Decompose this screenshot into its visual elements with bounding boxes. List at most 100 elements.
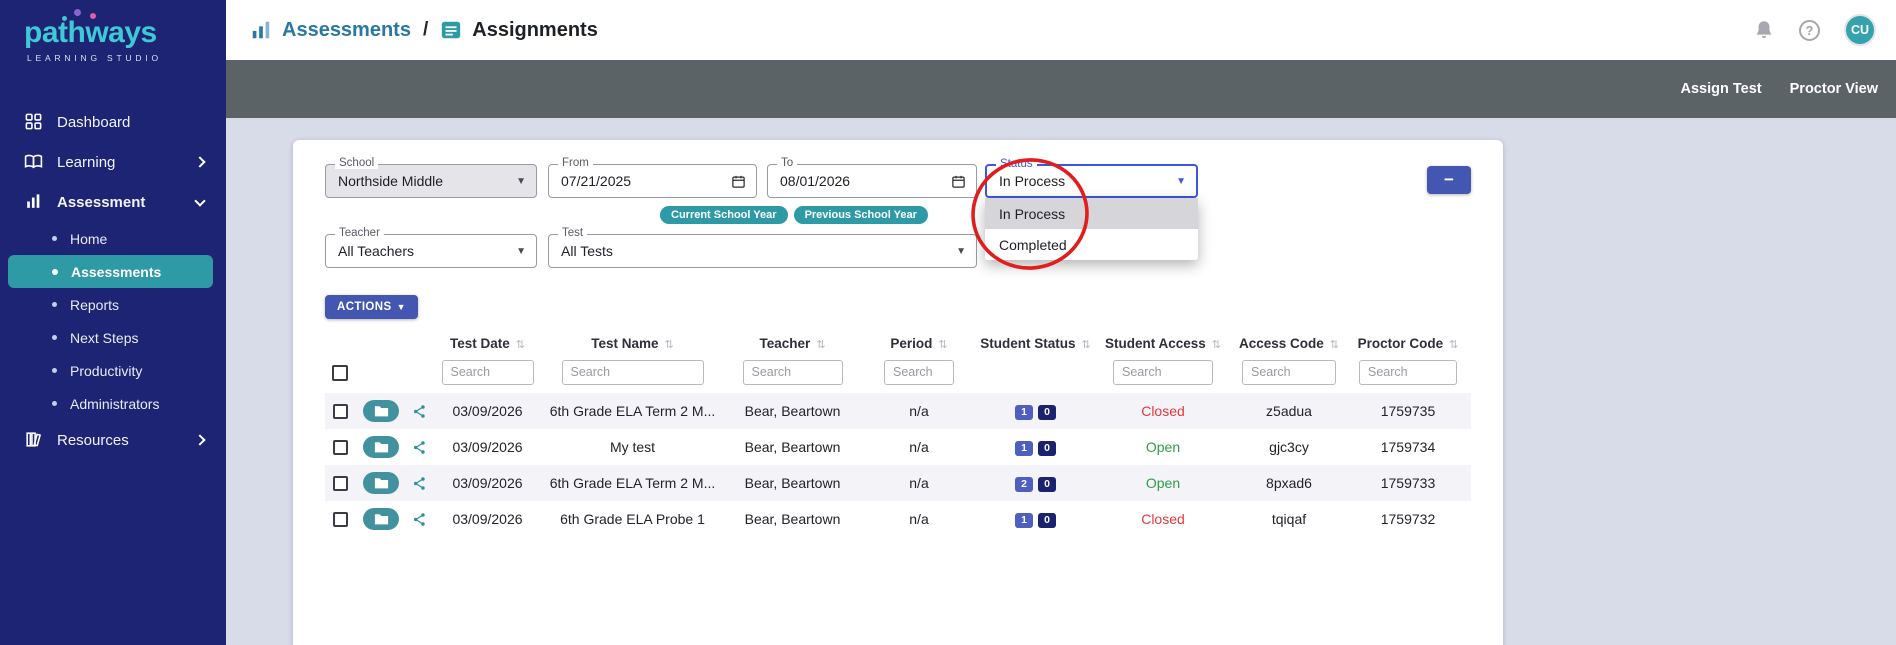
row-checkbox[interactable] <box>332 404 348 420</box>
sort-icon[interactable]: ⇅ <box>1330 339 1339 351</box>
row-checkbox[interactable] <box>332 440 348 456</box>
sort-icon[interactable]: ⇅ <box>816 339 825 351</box>
sidebar-item-productivity[interactable]: Productivity <box>8 354 213 387</box>
status-count-badge[interactable]: 1 <box>1015 440 1033 456</box>
status-option-completed[interactable]: Completed <box>985 229 1198 260</box>
chevron-down-icon <box>194 194 206 207</box>
subitem-label: Productivity <box>70 362 143 379</box>
sidebar-item-assessments[interactable]: Assessments <box>8 255 213 288</box>
spacer-cell <box>355 357 435 393</box>
folder-button[interactable] <box>363 472 400 494</box>
sidebar-item-home[interactable]: Home <box>8 222 213 255</box>
share-icon[interactable] <box>412 512 427 527</box>
analytics-icon <box>250 19 272 41</box>
sidebar-item-resources[interactable]: Resources <box>0 420 226 460</box>
sidebar-item-learning[interactable]: Learning <box>0 142 226 182</box>
column-header-test-date[interactable]: Test Date ⇅ <box>435 329 540 357</box>
status-option-in-process[interactable]: In Process <box>985 198 1198 229</box>
sort-icon[interactable]: ⇅ <box>665 339 674 351</box>
status-count-badge[interactable]: 2 <box>1015 476 1033 492</box>
to-date-input[interactable]: To 08/01/2026 <box>767 157 977 198</box>
sidebar-item-next-steps[interactable]: Next Steps <box>8 321 213 354</box>
test-label: Test <box>558 227 588 239</box>
help-icon[interactable]: ? <box>1799 19 1820 41</box>
status-count-badge[interactable]: 0 <box>1038 512 1056 528</box>
user-avatar[interactable]: CU <box>1844 14 1876 46</box>
sort-icon[interactable]: ⇅ <box>1082 339 1091 351</box>
folder-button[interactable] <box>363 436 400 458</box>
notifications-bell-icon[interactable] <box>1753 19 1775 41</box>
calendar-icon[interactable] <box>731 174 746 189</box>
select-all-checkbox[interactable] <box>332 364 348 381</box>
bullet-icon <box>52 401 57 406</box>
secondary-toolbar: Assign Test Proctor View <box>226 60 1896 118</box>
current-school-year-chip[interactable]: Current School Year <box>660 206 788 224</box>
spacer-cell <box>355 329 435 357</box>
spacer-cell <box>325 329 355 357</box>
student-status-cell: 10 <box>978 501 1093 537</box>
proctor-code-cell: 1759734 <box>1380 439 1436 455</box>
column-header-period[interactable]: Period ⇅ <box>860 329 978 357</box>
sort-icon[interactable]: ⇅ <box>938 339 947 351</box>
status-select[interactable]: Status In Process ▼ <box>985 158 1198 198</box>
status-count-badge[interactable]: 0 <box>1038 476 1056 492</box>
row-checkbox[interactable] <box>332 476 348 492</box>
collapse-filters-button[interactable]: − <box>1427 166 1471 194</box>
to-label: To <box>777 157 798 169</box>
status-count-badge[interactable]: 1 <box>1015 404 1033 420</box>
school-select[interactable]: School Northside Middle ▼ <box>325 157 537 198</box>
teacher-select[interactable]: Teacher All Teachers ▼ <box>325 227 537 268</box>
search-test-name-input[interactable] <box>561 359 704 385</box>
folder-button[interactable] <box>363 508 400 530</box>
row-checkbox[interactable] <box>332 512 348 528</box>
sidebar-item-administrators[interactable]: Administrators <box>8 387 213 420</box>
logo-title: pathways <box>24 16 157 49</box>
share-icon[interactable] <box>412 476 427 491</box>
calendar-icon[interactable] <box>951 174 966 189</box>
column-header-teacher[interactable]: Teacher ⇅ <box>725 329 860 357</box>
breadcrumb-assessments-link[interactable]: Assessments <box>282 19 411 42</box>
status-count-badge[interactable]: 1 <box>1015 512 1033 528</box>
share-icon[interactable] <box>412 440 427 455</box>
sidebar-nav: Dashboard Learning Assessment Home Asses… <box>0 102 226 460</box>
search-student-access-input[interactable] <box>1113 359 1213 385</box>
sort-icon[interactable]: ⇅ <box>516 339 525 351</box>
column-header-access-code[interactable]: Access Code ⇅ <box>1233 329 1345 357</box>
period-cell: n/a <box>909 511 929 527</box>
proctor-view-button[interactable]: Proctor View <box>1790 81 1878 97</box>
column-header-proctor-code[interactable]: Proctor Code ⇅ <box>1345 329 1471 357</box>
search-proctor-code-input[interactable] <box>1359 359 1457 385</box>
top-header: Assessments / Assignments ? CU <box>226 0 1896 60</box>
logo-tagline: LEARNING STUDIO <box>27 53 162 63</box>
search-test-date-input[interactable] <box>441 359 534 385</box>
test-select[interactable]: Test All Tests ▼ <box>548 227 977 268</box>
status-count-badge[interactable]: 0 <box>1038 440 1056 456</box>
caret-down-icon: ▼ <box>1176 175 1186 187</box>
status-count-badge[interactable]: 0 <box>1038 404 1056 420</box>
subitem-label: Next Steps <box>70 329 139 346</box>
assign-test-button[interactable]: Assign Test <box>1681 81 1762 97</box>
bullet-icon <box>52 268 58 275</box>
bullet-icon <box>52 236 57 241</box>
column-header-test-name[interactable]: Test Name ⇅ <box>540 329 725 357</box>
student-status-cell: 10 <box>978 429 1093 465</box>
teacher-cell: Bear, Beartown <box>744 475 841 491</box>
teacher-value: All Teachers <box>338 243 415 259</box>
sort-icon[interactable]: ⇅ <box>1449 339 1458 351</box>
actions-menu-button[interactable]: ACTIONS ▼ <box>325 295 418 319</box>
folder-button[interactable] <box>363 400 400 422</box>
status-value: In Process <box>999 173 1066 189</box>
share-icon[interactable] <box>412 404 427 419</box>
sort-icon[interactable]: ⇅ <box>1212 339 1221 351</box>
from-date-input[interactable]: From 07/21/2025 <box>548 157 757 198</box>
search-period-input[interactable] <box>884 359 954 385</box>
search-access-code-input[interactable] <box>1242 359 1336 385</box>
column-header-student-status[interactable]: Student Status ⇅ <box>978 329 1093 357</box>
sidebar-item-dashboard[interactable]: Dashboard <box>0 102 226 142</box>
sidebar-item-assessment[interactable]: Assessment <box>0 182 226 222</box>
teacher-label: Teacher <box>335 227 384 239</box>
sidebar-item-reports[interactable]: Reports <box>8 288 213 321</box>
search-teacher-input[interactable] <box>742 359 843 385</box>
column-header-student-access[interactable]: Student Access ⇅ <box>1093 329 1233 357</box>
previous-school-year-chip[interactable]: Previous School Year <box>793 206 928 224</box>
